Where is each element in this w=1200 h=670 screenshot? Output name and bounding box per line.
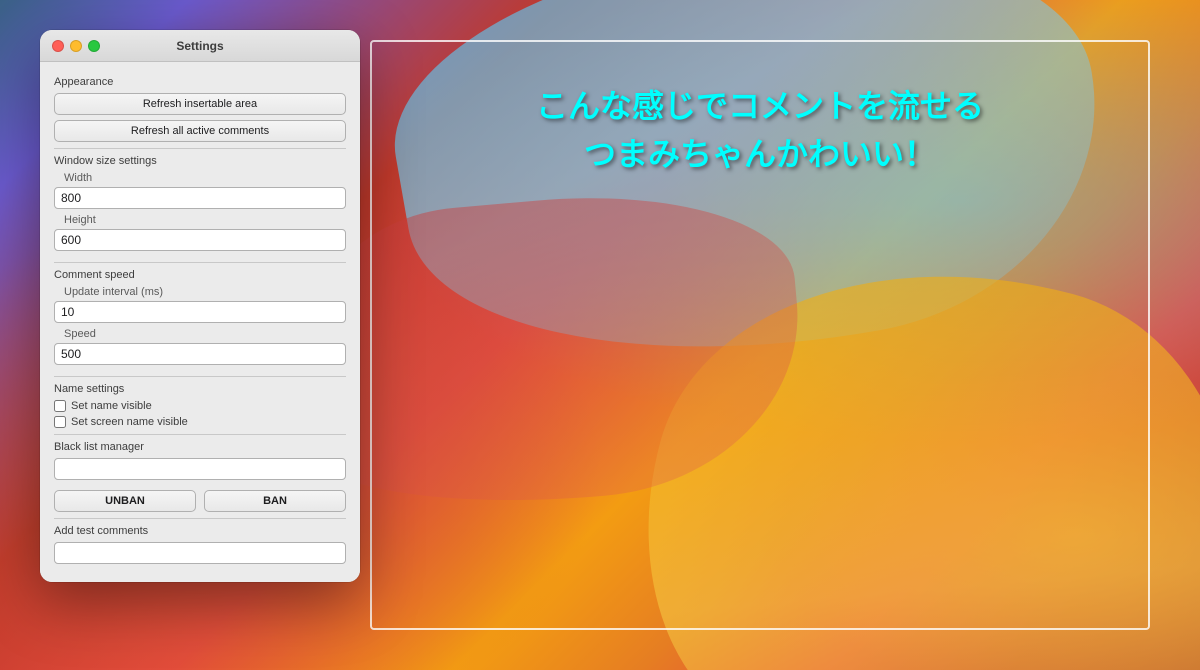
window-content: Appearance Refresh insertable area Refre… [40,62,360,582]
blacklist-input[interactable] [54,458,346,480]
preview-line-1: こんな感じでコメントを流せる [372,82,1148,130]
set-screen-name-visible-checkbox[interactable] [54,416,66,428]
comment-speed-label: Comment speed [54,269,346,281]
comment-speed-section: Comment speed Update interval (ms) Speed [54,269,346,370]
width-input[interactable] [54,187,346,209]
appearance-label: Appearance [54,76,346,88]
set-name-visible-row: Set name visible [54,400,346,412]
set-screen-name-visible-label: Set screen name visible [71,416,188,428]
speed-input[interactable] [54,343,346,365]
ban-button[interactable]: BAN [204,490,346,512]
divider-3 [54,376,346,377]
set-name-visible-label: Set name visible [71,400,152,412]
ban-buttons-row: UNBAN BAN [54,490,346,512]
preview-line-2: つまみちゃんかわいい！ [372,130,1148,178]
unban-button[interactable]: UNBAN [54,490,196,512]
appearance-section: Appearance Refresh insertable area Refre… [54,76,346,142]
window-size-section: Window size settings Width Height [54,155,346,256]
divider-1 [54,148,346,149]
test-comments-input[interactable] [54,542,346,564]
set-name-visible-checkbox[interactable] [54,400,66,412]
refresh-comments-button[interactable]: Refresh all active comments [54,120,346,142]
settings-window: Settings Appearance Refresh insertable a… [40,30,360,582]
interval-label: Update interval (ms) [64,286,346,298]
window-size-label: Window size settings [54,155,346,167]
close-button[interactable] [52,40,64,52]
preview-text: こんな感じでコメントを流せる つまみちゃんかわいい！ [372,82,1148,178]
divider-2 [54,262,346,263]
refresh-insertable-button[interactable]: Refresh insertable area [54,93,346,115]
height-label: Height [64,214,346,226]
width-label: Width [64,172,346,184]
divider-4 [54,434,346,435]
set-screen-name-visible-row: Set screen name visible [54,416,346,428]
minimize-button[interactable] [70,40,82,52]
blacklist-section: Black list manager UNBAN BAN [54,441,346,512]
height-input[interactable] [54,229,346,251]
interval-input[interactable] [54,301,346,323]
window-title: Settings [176,39,223,53]
preview-box: こんな感じでコメントを流せる つまみちゃんかわいい！ [370,40,1150,630]
blacklist-label: Black list manager [54,441,346,453]
test-comments-section: Add test comments [54,525,346,572]
title-bar: Settings [40,30,360,62]
divider-5 [54,518,346,519]
speed-label: Speed [64,328,346,340]
name-settings-label: Name settings [54,383,346,395]
maximize-button[interactable] [88,40,100,52]
name-settings-section: Name settings Set name visible Set scree… [54,383,346,428]
traffic-lights [52,40,100,52]
test-comments-label: Add test comments [54,525,346,537]
